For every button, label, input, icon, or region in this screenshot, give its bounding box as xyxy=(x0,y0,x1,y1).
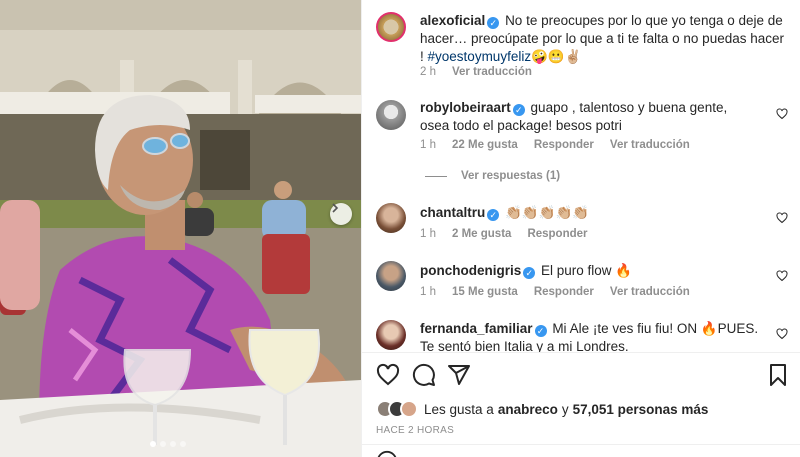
post-caption: alexoficial ✓ No te preocupes por lo que … xyxy=(420,12,790,66)
emoji-icon[interactable] xyxy=(376,450,398,457)
view-replies-label[interactable]: Ver respuestas (1) xyxy=(461,170,560,182)
comment-bar-divider xyxy=(362,444,800,445)
comment-2: chantaltru ✓ 👏🏼👏🏼👏🏼👏🏼👏🏼 xyxy=(420,204,760,222)
comment-3-meta: 1 h 15 Me gusta Responder Ver traducción xyxy=(420,286,690,298)
liker-avatars[interactable] xyxy=(376,400,418,418)
comment-like-heart-icon[interactable] xyxy=(776,328,788,340)
commenter-avatar[interactable] xyxy=(376,100,406,130)
post-details-pane: alexoficial ✓ No te preocupes por lo que … xyxy=(361,0,800,457)
carousel-indicator xyxy=(150,441,186,447)
comment-time[interactable]: 1 h xyxy=(420,228,436,240)
reply-button[interactable]: Responder xyxy=(534,286,594,298)
view-replies[interactable]: Ver respuestas (1) xyxy=(425,170,560,182)
commenter-avatar[interactable] xyxy=(376,203,406,233)
reply-button[interactable]: Responder xyxy=(534,139,594,151)
carousel-next-button[interactable] xyxy=(330,203,352,225)
likes-prefix: Les gusta a xyxy=(424,401,494,417)
translate-link[interactable]: Ver traducción xyxy=(610,286,690,298)
carousel-dot xyxy=(150,441,156,447)
commenter-avatar[interactable] xyxy=(376,261,406,291)
verified-badge-icon: ✓ xyxy=(487,209,500,221)
liker-avatar xyxy=(400,400,418,418)
verified-badge-icon: ✓ xyxy=(512,104,525,116)
likes-summary: Les gusta a anabreco y 57,051 personas m… xyxy=(376,400,708,418)
verified-badge-icon: ✓ xyxy=(523,267,536,279)
comment-like-heart-icon[interactable] xyxy=(776,270,788,282)
comment-likes-count[interactable]: 2 Me gusta xyxy=(452,228,511,240)
comment-likes-count[interactable]: 15 Me gusta xyxy=(452,286,518,298)
comment-text: El puro flow 🔥 xyxy=(541,263,633,278)
actions-divider xyxy=(362,352,800,353)
comment-1: robylobeiraart ✓ guapo , talentoso y buen… xyxy=(420,99,760,135)
translate-link[interactable]: Ver traducción xyxy=(610,139,690,151)
liker-username[interactable]: anabreco xyxy=(498,402,558,417)
comment-icon[interactable] xyxy=(412,363,436,387)
likes-count[interactable]: 57,051 personas más xyxy=(573,402,709,417)
post-photo xyxy=(0,0,361,457)
likes-conj: y xyxy=(561,401,569,417)
commenter-username[interactable]: chantaltru xyxy=(420,205,485,220)
verified-badge-icon: ✓ xyxy=(487,17,500,29)
commenter-username[interactable]: fernanda_familiar xyxy=(420,321,533,336)
send-icon[interactable] xyxy=(447,363,471,387)
comment-3: ponchodenigris ✓ El puro flow 🔥 xyxy=(420,262,760,280)
author-username[interactable]: alexoficial xyxy=(420,13,485,28)
carousel-dot xyxy=(170,441,176,447)
commenter-username[interactable]: ponchodenigris xyxy=(420,263,521,278)
comment-1-meta: 1 h 22 Me gusta Responder Ver traducción xyxy=(420,139,690,151)
comment-4: fernanda_familiar ✓ Mi Ale ¡te ves fiu fi… xyxy=(420,320,760,352)
action-bar xyxy=(376,363,790,389)
comment-4-clip: fernanda_familiar ✓ Mi Ale ¡te ves fiu fi… xyxy=(362,318,800,352)
replies-divider xyxy=(425,175,447,177)
comment-likes-count[interactable]: 22 Me gusta xyxy=(452,139,518,151)
comment-time[interactable]: 1 h xyxy=(420,139,436,151)
chevron-right-icon xyxy=(332,203,339,213)
heart-icon[interactable] xyxy=(376,363,400,387)
carousel-dot xyxy=(180,441,186,447)
hashtag-link[interactable]: #yoestoymuyfeliz xyxy=(428,49,532,64)
comment-2-meta: 1 h 2 Me gusta Responder xyxy=(420,228,588,240)
comment-text: 👏🏼👏🏼👏🏼👏🏼👏🏼 xyxy=(505,205,590,220)
caption-emojis: 🤪😬✌🏼 xyxy=(531,49,582,64)
comment-like-heart-icon[interactable] xyxy=(776,212,788,224)
posted-time[interactable]: HACE 2 HORAS xyxy=(376,425,454,436)
verified-badge-icon: ✓ xyxy=(534,325,547,337)
commenter-avatar[interactable] xyxy=(376,320,406,350)
comment-time[interactable]: 1 h xyxy=(420,286,436,298)
commenter-username[interactable]: robylobeiraart xyxy=(420,100,511,115)
photo-illustration xyxy=(0,0,361,457)
reply-button[interactable]: Responder xyxy=(527,228,587,240)
caption-translate-link[interactable]: Ver traducción xyxy=(452,66,532,78)
comment-like-heart-icon[interactable] xyxy=(776,108,788,120)
caption-time[interactable]: 2 h xyxy=(420,66,436,78)
caption-meta: 2 h Ver traducción xyxy=(420,66,532,78)
author-avatar[interactable] xyxy=(376,12,406,42)
bookmark-icon[interactable] xyxy=(766,363,790,387)
carousel-dot xyxy=(160,441,166,447)
